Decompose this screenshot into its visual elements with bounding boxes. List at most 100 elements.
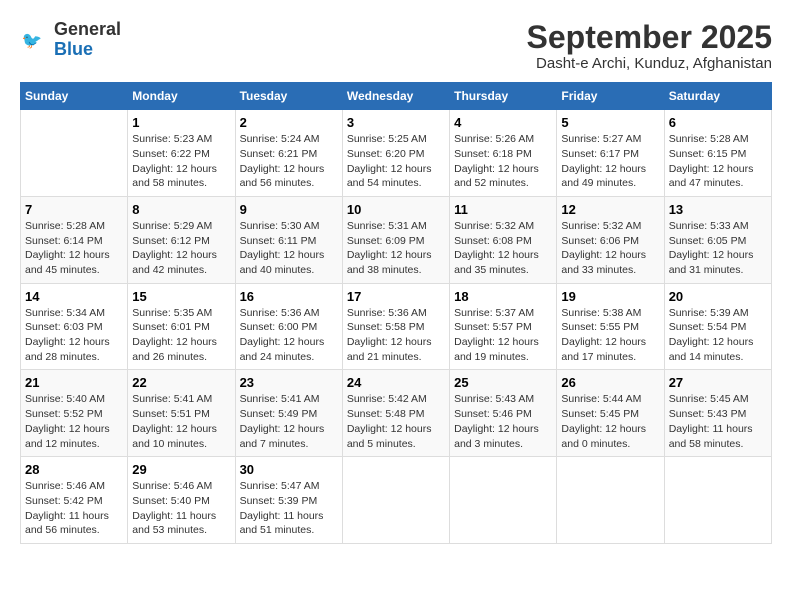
header-day: Thursday [450,83,557,110]
day-number: 24 [347,375,445,390]
day-info: Sunrise: 5:46 AMSunset: 5:42 PMDaylight:… [25,479,123,538]
day-info: Sunrise: 5:33 AMSunset: 6:05 PMDaylight:… [669,219,767,278]
day-number: 5 [561,115,659,130]
calendar-cell: 18 Sunrise: 5:37 AMSunset: 5:57 PMDayligh… [450,283,557,370]
day-info: Sunrise: 5:36 AMSunset: 6:00 PMDaylight:… [240,306,338,365]
day-info: Sunrise: 5:36 AMSunset: 5:58 PMDaylight:… [347,306,445,365]
calendar-cell: 17 Sunrise: 5:36 AMSunset: 5:58 PMDayligh… [342,283,449,370]
calendar-cell: 24 Sunrise: 5:42 AMSunset: 5:48 PMDayligh… [342,370,449,457]
day-number: 19 [561,289,659,304]
header-day: Sunday [21,83,128,110]
day-info: Sunrise: 5:40 AMSunset: 5:52 PMDaylight:… [25,392,123,451]
day-number: 29 [132,462,230,477]
logo-icon: 🐦 [20,25,50,55]
day-info: Sunrise: 5:39 AMSunset: 5:54 PMDaylight:… [669,306,767,365]
calendar-cell: 5Sunrise: 5:27 AMSunset: 6:17 PMDaylight… [557,110,664,197]
header-day: Wednesday [342,83,449,110]
calendar-cell: 28 Sunrise: 5:46 AMSunset: 5:42 PMDayligh… [21,457,128,544]
day-info: Sunrise: 5:47 AMSunset: 5:39 PMDaylight:… [240,479,338,538]
day-number: 11 [454,202,552,217]
calendar-table: SundayMondayTuesdayWednesdayThursdayFrid… [20,82,772,544]
calendar-cell [664,457,771,544]
calendar-week-row: 14 Sunrise: 5:34 AMSunset: 6:03 PMDayligh… [21,283,772,370]
day-info: Sunrise: 5:32 AMSunset: 6:06 PMDaylight:… [561,219,659,278]
day-info: Sunrise: 5:25 AMSunset: 6:20 PMDaylight:… [347,132,445,191]
day-number: 30 [240,462,338,477]
calendar-cell: 10 Sunrise: 5:31 AMSunset: 6:09 PMDayligh… [342,196,449,283]
day-number: 4 [454,115,552,130]
calendar-cell: 29 Sunrise: 5:46 AMSunset: 5:40 PMDayligh… [128,457,235,544]
day-number: 1 [132,115,230,130]
calendar-cell: 16 Sunrise: 5:36 AMSunset: 6:00 PMDayligh… [235,283,342,370]
day-info: Sunrise: 5:43 AMSunset: 5:46 PMDaylight:… [454,392,552,451]
calendar-subtitle: Dasht-e Archi, Kunduz, Afghanistan [527,55,772,72]
calendar-title: September 2025 [527,20,772,55]
day-number: 6 [669,115,767,130]
calendar-cell: 23Sunrise: 5:41 AMSunset: 5:49 PMDayligh… [235,370,342,457]
day-number: 22 [132,375,230,390]
day-number: 17 [347,289,445,304]
day-number: 18 [454,289,552,304]
title-block: September 2025 Dasht-e Archi, Kunduz, Af… [527,20,772,72]
calendar-cell: 7Sunrise: 5:28 AMSunset: 6:14 PMDaylight… [21,196,128,283]
calendar-cell: 27 Sunrise: 5:45 AMSunset: 5:43 PMDayligh… [664,370,771,457]
day-info: Sunrise: 5:32 AMSunset: 6:08 PMDaylight:… [454,219,552,278]
calendar-cell: 12 Sunrise: 5:32 AMSunset: 6:06 PMDayligh… [557,196,664,283]
day-info: Sunrise: 5:46 AMSunset: 5:40 PMDaylight:… [132,479,230,538]
day-number: 25 [454,375,552,390]
calendar-cell: 21 Sunrise: 5:40 AMSunset: 5:52 PMDayligh… [21,370,128,457]
day-info: Sunrise: 5:23 AMSunset: 6:22 PMDaylight:… [132,132,230,191]
day-number: 20 [669,289,767,304]
day-info: Sunrise: 5:31 AMSunset: 6:09 PMDaylight:… [347,219,445,278]
day-info: Sunrise: 5:24 AMSunset: 6:21 PMDaylight:… [240,132,338,191]
calendar-cell: 6Sunrise: 5:28 AMSunset: 6:15 PMDaylight… [664,110,771,197]
day-number: 3 [347,115,445,130]
day-number: 14 [25,289,123,304]
day-number: 2 [240,115,338,130]
day-number: 7 [25,202,123,217]
calendar-cell [342,457,449,544]
day-number: 28 [25,462,123,477]
calendar-cell: 22 Sunrise: 5:41 AMSunset: 5:51 PMDayligh… [128,370,235,457]
day-info: Sunrise: 5:34 AMSunset: 6:03 PMDaylight:… [25,306,123,365]
header-day: Monday [128,83,235,110]
logo: 🐦 General Blue [20,20,121,60]
day-info: Sunrise: 5:42 AMSunset: 5:48 PMDaylight:… [347,392,445,451]
day-number: 23 [240,375,338,390]
day-number: 26 [561,375,659,390]
day-info: Sunrise: 5:35 AMSunset: 6:01 PMDaylight:… [132,306,230,365]
calendar-cell: 8Sunrise: 5:29 AMSunset: 6:12 PMDaylight… [128,196,235,283]
day-number: 16 [240,289,338,304]
day-info: Sunrise: 5:41 AMSunset: 5:51 PMDaylight:… [132,392,230,451]
calendar-week-row: 21 Sunrise: 5:40 AMSunset: 5:52 PMDayligh… [21,370,772,457]
calendar-cell: 14 Sunrise: 5:34 AMSunset: 6:03 PMDayligh… [21,283,128,370]
day-info: Sunrise: 5:45 AMSunset: 5:43 PMDaylight:… [669,392,767,451]
calendar-cell: 3 Sunrise: 5:25 AMSunset: 6:20 PMDaylight… [342,110,449,197]
day-number: 15 [132,289,230,304]
day-number: 27 [669,375,767,390]
calendar-week-row: 28 Sunrise: 5:46 AMSunset: 5:42 PMDayligh… [21,457,772,544]
calendar-body: 1 Sunrise: 5:23 AMSunset: 6:22 PMDaylight… [21,110,772,544]
day-info: Sunrise: 5:44 AMSunset: 5:45 PMDaylight:… [561,392,659,451]
page-header: 🐦 General Blue September 2025 Dasht-e Ar… [20,20,772,72]
day-number: 21 [25,375,123,390]
svg-text:🐦: 🐦 [22,32,43,50]
header-day: Tuesday [235,83,342,110]
calendar-header: SundayMondayTuesdayWednesdayThursdayFrid… [21,83,772,110]
calendar-cell [21,110,128,197]
day-number: 8 [132,202,230,217]
day-number: 12 [561,202,659,217]
calendar-cell: 30 Sunrise: 5:47 AMSunset: 5:39 PMDayligh… [235,457,342,544]
day-number: 10 [347,202,445,217]
calendar-cell: 9Sunrise: 5:30 AMSunset: 6:11 PMDaylight… [235,196,342,283]
day-info: Sunrise: 5:26 AMSunset: 6:18 PMDaylight:… [454,132,552,191]
calendar-cell [450,457,557,544]
header-day: Saturday [664,83,771,110]
day-info: Sunrise: 5:37 AMSunset: 5:57 PMDaylight:… [454,306,552,365]
day-info: Sunrise: 5:38 AMSunset: 5:55 PMDaylight:… [561,306,659,365]
calendar-week-row: 7Sunrise: 5:28 AMSunset: 6:14 PMDaylight… [21,196,772,283]
calendar-cell: 11 Sunrise: 5:32 AMSunset: 6:08 PMDayligh… [450,196,557,283]
calendar-week-row: 1 Sunrise: 5:23 AMSunset: 6:22 PMDaylight… [21,110,772,197]
calendar-cell: 13Sunrise: 5:33 AMSunset: 6:05 PMDayligh… [664,196,771,283]
header-day: Friday [557,83,664,110]
